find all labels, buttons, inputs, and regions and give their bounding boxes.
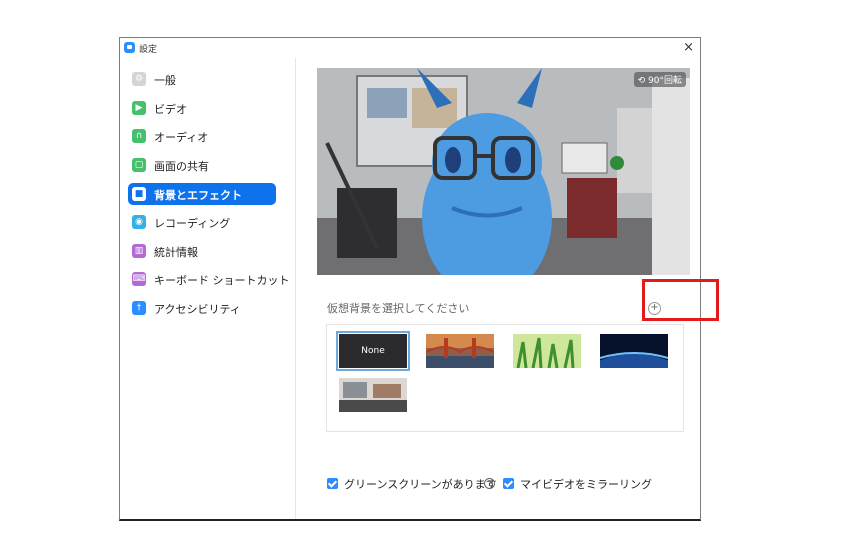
sidebar-item-label: 画面の共有 xyxy=(154,160,209,173)
title-bar: 設定 × xyxy=(120,38,700,58)
rotate-90-button[interactable]: ⟲ 90°回転 xyxy=(633,72,686,87)
video-icon: ▶ xyxy=(132,101,146,115)
settings-window: 設定 × ⚙ 一般 ▶ ビデオ ∩ オーディオ ▢ 画面の共有 ■ 背景とエフェ… xyxy=(119,37,701,521)
sidebar-item-audio[interactable]: ∩ オーディオ xyxy=(128,125,276,147)
sidebar-item-share-screen[interactable]: ▢ 画面の共有 xyxy=(128,154,276,176)
headphones-icon: ∩ xyxy=(132,129,146,143)
virtual-background-label: 仮想背景を選択してください xyxy=(327,302,470,315)
record-icon: ◉ xyxy=(132,215,146,229)
background-thumbnail-golden-gate[interactable] xyxy=(426,334,494,368)
earth-image xyxy=(600,334,668,368)
help-icon[interactable]: ? xyxy=(484,478,495,489)
virtual-background-gallery: None xyxy=(326,324,684,432)
sidebar-item-label: オーディオ xyxy=(154,131,209,144)
sidebar-item-keyboard-shortcuts[interactable]: ⌨ キーボード ショートカット xyxy=(128,268,290,290)
settings-main: ⟲ 90°回転 仮想背景を選択してください + None グリーンスクリーンがあ… xyxy=(296,58,700,519)
video-preview: ⟲ 90°回転 xyxy=(317,68,690,275)
sidebar-item-label: 統計情報 xyxy=(154,246,198,259)
highlight-annotation xyxy=(642,279,719,321)
camera-preview-image xyxy=(317,68,690,275)
sidebar-item-label: ビデオ xyxy=(154,103,187,116)
sidebar-item-label: レコーディング xyxy=(154,217,231,230)
sidebar-item-accessibility[interactable]: † アクセシビリティ xyxy=(128,297,276,319)
gear-icon: ⚙ xyxy=(132,72,146,86)
settings-sidebar: ⚙ 一般 ▶ ビデオ ∩ オーディオ ▢ 画面の共有 ■ 背景とエフェクト ◉ … xyxy=(120,58,296,519)
green-screen-checkbox[interactable] xyxy=(327,478,338,489)
window-title: 設定 xyxy=(139,45,158,55)
statistics-icon: ▥ xyxy=(132,244,146,258)
sidebar-item-label: 背景とエフェクト xyxy=(154,189,242,202)
sidebar-item-general[interactable]: ⚙ 一般 xyxy=(128,68,276,90)
keyboard-icon: ⌨ xyxy=(132,272,146,286)
sidebar-item-background-effects[interactable]: ■ 背景とエフェクト xyxy=(128,183,276,205)
sidebar-item-label: アクセシビリティ xyxy=(154,303,241,316)
golden-gate-image xyxy=(426,334,494,368)
mirror-video-label: マイビデオをミラーリング xyxy=(520,478,652,491)
sidebar-item-label: 一般 xyxy=(154,74,176,87)
background-thumbnail-earth[interactable] xyxy=(600,334,668,368)
background-icon: ■ xyxy=(132,187,146,201)
sidebar-item-video[interactable]: ▶ ビデオ xyxy=(128,97,276,119)
background-thumbnail-office[interactable] xyxy=(339,378,407,412)
background-thumbnail-none[interactable]: None xyxy=(336,331,410,371)
office-image xyxy=(339,378,407,412)
grass-image xyxy=(513,334,581,368)
accessibility-icon: † xyxy=(132,301,146,315)
green-screen-label: グリーンスクリーンがあります xyxy=(344,478,497,491)
sidebar-item-label: キーボード ショートカット xyxy=(154,274,290,287)
close-button[interactable]: × xyxy=(683,40,694,56)
sidebar-item-recording[interactable]: ◉ レコーディング xyxy=(128,211,276,233)
background-thumbnail-grass[interactable] xyxy=(513,334,581,368)
sidebar-item-statistics[interactable]: ▥ 統計情報 xyxy=(128,240,276,262)
share-screen-icon: ▢ xyxy=(132,158,146,172)
mirror-video-checkbox[interactable] xyxy=(503,478,514,489)
zoom-app-icon xyxy=(124,42,135,53)
